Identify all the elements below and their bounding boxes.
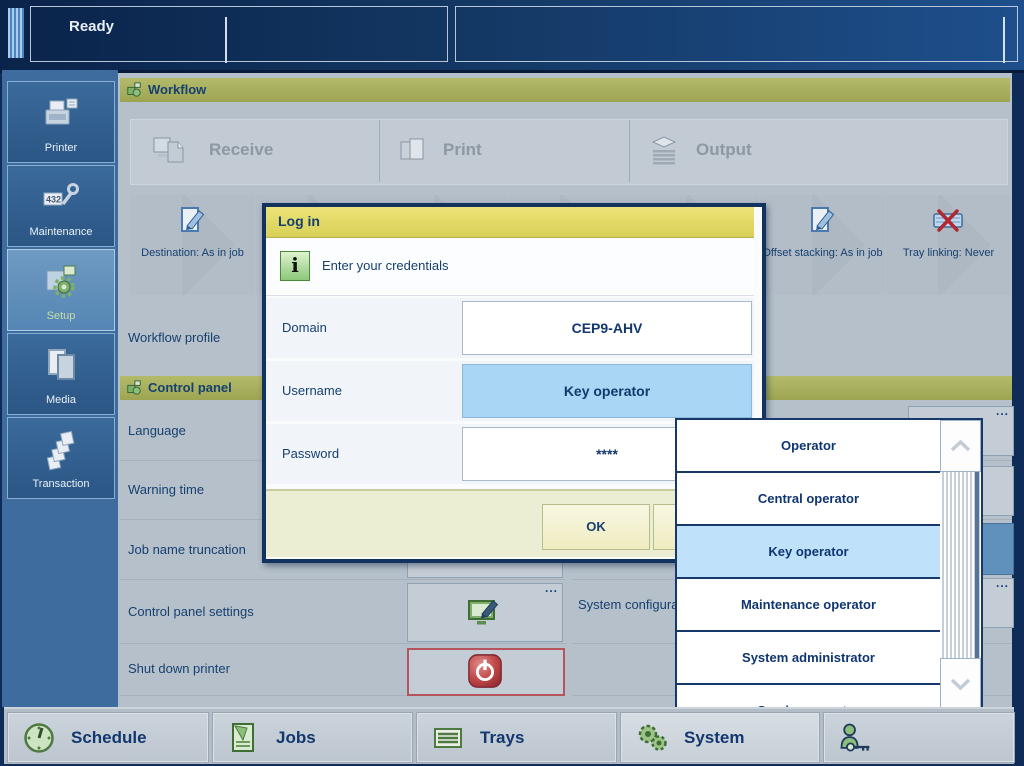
nav-login-user[interactable] [824,713,1014,762]
sidebar-item-media[interactable]: Media [7,333,115,415]
chevron-down-icon [941,659,980,709]
printer-status-text: Ready [69,18,114,35]
sidebar-item-setup[interactable]: Setup [7,249,115,331]
sidebar-label: Media [8,394,114,406]
ok-button[interactable]: OK [542,504,650,550]
chevron-up-icon [941,421,980,471]
login-dialog-message-area: i Enter your credentials [266,238,754,296]
shut-down-printer-label: Shut down printer [128,661,230,676]
dropdown-item-key-operator[interactable]: Key operator [677,526,940,579]
grip-stripes-icon [8,8,24,58]
control-panel-icon [126,380,142,396]
system-gears-icon [634,720,670,756]
scroll-down-button[interactable] [940,658,981,710]
jobs-document-icon [226,720,262,756]
dropdown-item-maintenance-operator[interactable]: Maintenance operator [677,579,940,632]
username-role-dropdown: Operator Central operator Key operator M… [675,418,983,712]
domain-field[interactable]: CEP9-AHV [462,301,752,355]
tile-offset-stacking[interactable]: Offset stacking: As in job [760,195,885,295]
control-panel-settings-icon [465,594,503,632]
more-options-dots: ... [996,407,1009,415]
sidebar-item-maintenance[interactable]: 432 Maintenance [7,165,115,247]
nav-label: Jobs [276,728,316,748]
warning-time-label: Warning time [128,482,204,497]
dropdown-scrollbar [940,420,981,710]
job-name-truncation-label: Job name truncation [128,542,246,557]
username-label: Username [282,383,342,398]
sidebar: Printer 432 Maintenance Setup [2,70,118,707]
nav-jobs[interactable]: Jobs [213,713,412,762]
login-dialog-message: Enter your credentials [322,258,448,273]
domain-row: Domain CEP9-AHV [266,298,754,358]
status-panel-divider [225,17,227,63]
workflow-section-header: Workflow [120,78,1010,102]
workflow-section-title: Workflow [148,78,206,102]
password-label: Password [282,446,339,461]
top-status-bar: Ready [0,0,1024,73]
login-dialog-title: Log in [278,213,320,229]
tab-print[interactable]: Print [443,140,482,160]
tile-destination[interactable]: Destination: As in job [130,195,255,295]
nav-label: Trays [480,728,524,748]
tile-tray-linking[interactable]: Tray linking: Never [886,195,1011,295]
tab-output[interactable]: Output [696,140,752,160]
edit-icon [174,203,210,239]
maintenance-icon: 432 [39,176,83,220]
status-panel-right [455,6,1018,62]
status-panel-divider-2 [1003,17,1005,63]
transaction-icon [39,428,83,472]
nav-trays[interactable]: Trays [417,713,616,762]
tab-receive[interactable]: Receive [209,140,273,160]
workflow-tabs: Receive Print Output [130,119,1008,185]
setup-icon [39,260,83,304]
tile-label: Tray linking: Never [888,247,1009,260]
sidebar-label: Setup [8,310,114,322]
tile-label: Destination: As in job [132,247,253,260]
domain-label: Domain [282,320,327,335]
username-row: Username Key operator [266,361,754,421]
login-dialog-titlebar: Log in [266,207,754,238]
trays-icon [430,720,466,756]
language-label: Language [128,423,186,438]
power-icon [466,652,504,690]
username-field[interactable]: Key operator [462,364,752,418]
sidebar-label: Transaction [8,478,114,490]
more-options-dots: ... [996,579,1009,587]
edit-icon [804,203,840,239]
nav-label: Schedule [71,728,147,748]
printer-control-screen: Ready Printer 432 [0,0,1024,766]
control-panel-section-title: Control panel [148,376,232,400]
tile-label: Offset stacking: As in job [762,247,883,260]
media-icon [39,344,83,388]
svg-text:432: 432 [46,195,61,205]
sidebar-label: Maintenance [8,226,114,238]
control-panel-settings-button[interactable]: ... [407,583,563,642]
nav-system[interactable]: System [621,713,819,762]
dropdown-item-operator[interactable]: Operator [677,420,940,473]
nav-label: System [684,728,744,748]
output-icon [647,133,683,169]
sidebar-item-printer[interactable]: Printer [7,81,115,163]
user-key-icon [837,720,873,756]
control-panel-settings-label: Control panel settings [128,604,254,619]
status-panel-left: Ready [30,6,448,62]
scroll-up-button[interactable] [940,420,981,472]
sidebar-item-transaction[interactable]: Transaction [7,417,115,499]
more-options-dots: ... [545,584,558,592]
receive-icon [151,133,187,169]
nav-schedule[interactable]: Schedule [8,713,208,762]
shut-down-printer-button[interactable] [407,648,565,696]
schedule-clock-icon [21,720,57,756]
workflow-profile-label: Workflow profile [128,330,220,345]
printer-icon [39,92,83,136]
info-icon: i [280,251,310,281]
dropdown-item-system-administrator[interactable]: System administrator [677,632,940,685]
print-icon [396,133,432,169]
sidebar-label: Printer [8,142,114,154]
workflow-icon [126,82,142,98]
dropdown-item-central-operator[interactable]: Central operator [677,473,940,526]
tray-linking-crossed-icon [930,203,966,239]
bottom-navigation: Schedule Jobs Trays [4,707,1014,764]
